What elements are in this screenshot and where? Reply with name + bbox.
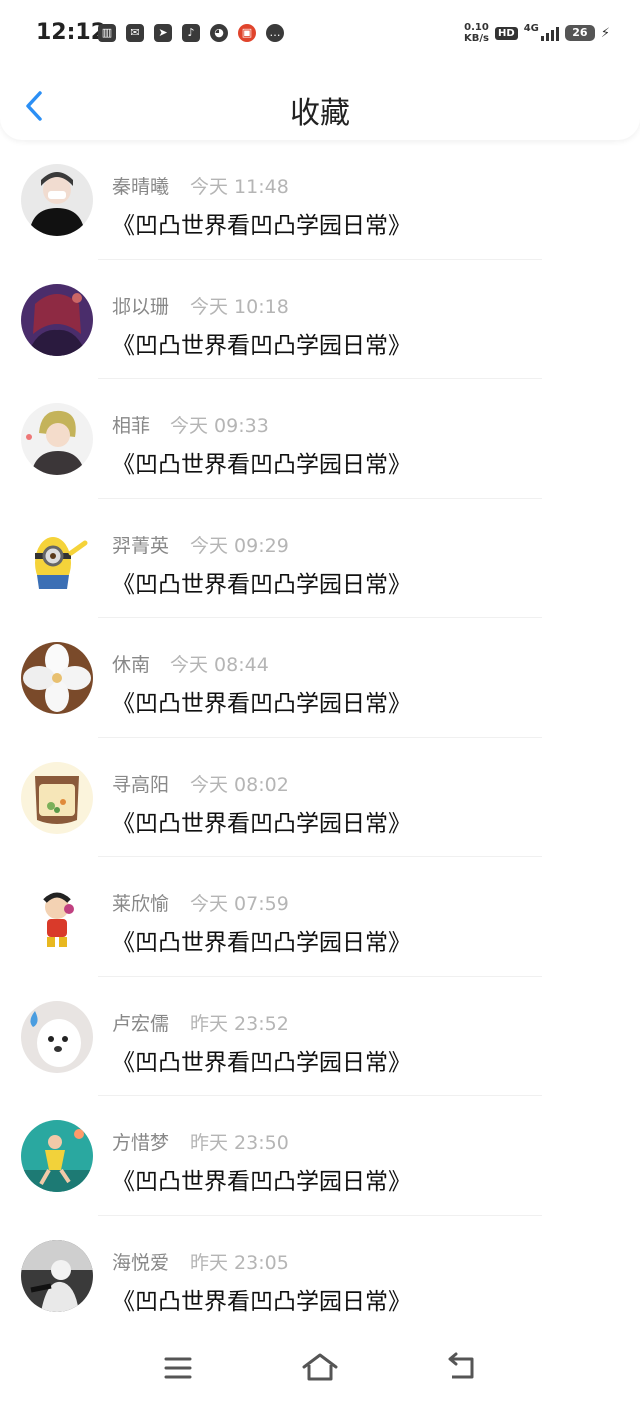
page-title: 收藏 bbox=[290, 96, 350, 131]
avatar bbox=[21, 1000, 93, 1073]
battery-icon: 26 bbox=[564, 25, 595, 41]
menu-icon bbox=[164, 1357, 192, 1379]
avatar bbox=[21, 164, 93, 236]
message-title: 《凹凸世界看凹凸学园日常》 bbox=[112, 691, 411, 717]
message-title: 《凹凸世界看凹凸学园日常》 bbox=[112, 810, 411, 837]
send-icon: ➤ bbox=[154, 24, 172, 42]
sender-name: 休南 bbox=[112, 654, 151, 676]
list-item[interactable]: 卢宏儒 昨天 23:52 《凹凸世界看凹凸学园日常》 bbox=[0, 977, 640, 1096]
avatar bbox=[21, 1239, 93, 1312]
message-title: 《凹凸世界看凹凸学园日常》 bbox=[112, 1049, 411, 1076]
book-icon: ▥ bbox=[98, 24, 116, 42]
chat-bubble-icon: … bbox=[266, 24, 284, 42]
timestamp: 昨天 23:52 bbox=[190, 1012, 289, 1035]
timestamp: 今天 09:33 bbox=[170, 415, 269, 437]
avatar bbox=[21, 761, 93, 834]
network-speed: 0.10 KB/s bbox=[464, 22, 489, 44]
message-title: 《凹凸世界看凹凸学园日常》 bbox=[112, 332, 411, 359]
network-type: 4G bbox=[523, 22, 539, 34]
sender-name: 海悦爱 bbox=[112, 1251, 170, 1274]
home-button[interactable] bbox=[300, 1349, 340, 1385]
list-item[interactable]: 寻高阳 今天 08:02 《凹凸世界看凹凸学园日常》 bbox=[0, 738, 640, 857]
timestamp: 今天 08:44 bbox=[170, 654, 269, 676]
list-item[interactable]: 邶以珊 今天 10:18 《凹凸世界看凹凸学园日常》 bbox=[0, 260, 640, 379]
message-title: 《凹凸世界看凹凸学园日常》 bbox=[112, 1169, 411, 1195]
list-item[interactable]: 秦晴曦 今天 11:48 《凹凸世界看凹凸学园日常》 bbox=[0, 140, 640, 260]
avatar bbox=[21, 1120, 93, 1192]
mail-icon: ✉ bbox=[126, 24, 144, 42]
message-title: 《凹凸世界看凹凸学园日常》 bbox=[112, 452, 411, 478]
avatar bbox=[21, 642, 93, 714]
sender-name: 莱欣愉 bbox=[112, 893, 170, 915]
list-item[interactable]: 相菲 今天 09:33 《凹凸世界看凹凸学园日常》 bbox=[0, 379, 640, 499]
speed-value: 0.10 bbox=[464, 22, 489, 33]
sender-name: 寻高阳 bbox=[112, 773, 170, 796]
avatar bbox=[21, 403, 93, 475]
message-title: 《凹凸世界看凹凸学园日常》 bbox=[112, 571, 411, 598]
timestamp: 今天 08:02 bbox=[190, 773, 289, 796]
signal-icon bbox=[540, 25, 559, 41]
hd-badge: HD bbox=[495, 26, 518, 40]
status-bar: 12:12 ▥ ✉ ➤ ♪ ◕ ▣ … 0.10 KB/s HD 4G 26 ⚡ bbox=[0, 0, 640, 70]
cat-icon: ◕ bbox=[210, 24, 228, 42]
sender-name: 邶以珊 bbox=[112, 295, 170, 318]
return-icon bbox=[448, 1352, 474, 1379]
message-title: 《凹凸世界看凹凸学园日常》 bbox=[112, 1288, 411, 1315]
list-item[interactable]: 莱欣愉 今天 07:59 《凹凸世界看凹凸学园日常》 bbox=[0, 857, 640, 977]
message-title: 《凹凸世界看凹凸学园日常》 bbox=[112, 930, 411, 956]
message-title: 《凹凸世界看凹凸学园日常》 bbox=[112, 213, 411, 239]
charging-icon: ⚡ bbox=[600, 25, 610, 41]
avatar bbox=[21, 522, 93, 595]
sender-name: 秦晴曦 bbox=[112, 176, 170, 198]
status-time: 12:12 bbox=[36, 20, 107, 45]
system-nav-bar bbox=[0, 1335, 640, 1408]
list-item[interactable]: 羿菁英 今天 09:29 《凹凸世界看凹凸学园日常》 bbox=[0, 499, 640, 618]
avatar bbox=[21, 283, 93, 356]
timestamp: 今天 10:18 bbox=[190, 295, 289, 318]
system-status: 0.10 KB/s HD 4G 26 ⚡ bbox=[464, 22, 610, 44]
sender-name: 羿菁英 bbox=[112, 534, 170, 557]
sender-name: 方惜梦 bbox=[112, 1132, 170, 1154]
list-item[interactable]: 海悦爱 昨天 23:05 《凹凸世界看凹凸学园日常》 bbox=[0, 1216, 640, 1336]
sender-name: 卢宏儒 bbox=[112, 1012, 170, 1035]
sender-name: 相菲 bbox=[112, 415, 151, 437]
notification-icons: ▥ ✉ ➤ ♪ ◕ ▣ … bbox=[98, 24, 284, 42]
music-icon: ♪ bbox=[182, 24, 200, 42]
timestamp: 昨天 23:50 bbox=[190, 1132, 289, 1154]
speed-unit: KB/s bbox=[464, 33, 490, 44]
favorites-list: 秦晴曦 今天 11:48 《凹凸世界看凹凸学园日常》 邶以珊 今天 10:18 … bbox=[0, 140, 640, 1335]
timestamp: 今天 11:48 bbox=[190, 176, 289, 198]
timestamp: 今天 07:59 bbox=[190, 893, 289, 915]
timestamp: 昨天 23:05 bbox=[190, 1251, 289, 1274]
home-icon bbox=[302, 1353, 338, 1381]
list-item[interactable]: 休南 今天 08:44 《凹凸世界看凹凸学园日常》 bbox=[0, 618, 640, 738]
avatar bbox=[21, 881, 93, 953]
gift-icon: ▣ bbox=[238, 24, 256, 42]
list-item[interactable]: 方惜梦 昨天 23:50 《凹凸世界看凹凸学园日常》 bbox=[0, 1096, 640, 1216]
top-bar: 12:12 ▥ ✉ ➤ ♪ ◕ ▣ … 0.10 KB/s HD 4G 26 ⚡ bbox=[0, 0, 640, 140]
back-nav-button[interactable] bbox=[442, 1349, 482, 1385]
menu-button[interactable] bbox=[158, 1349, 198, 1385]
timestamp: 今天 09:29 bbox=[190, 534, 289, 557]
